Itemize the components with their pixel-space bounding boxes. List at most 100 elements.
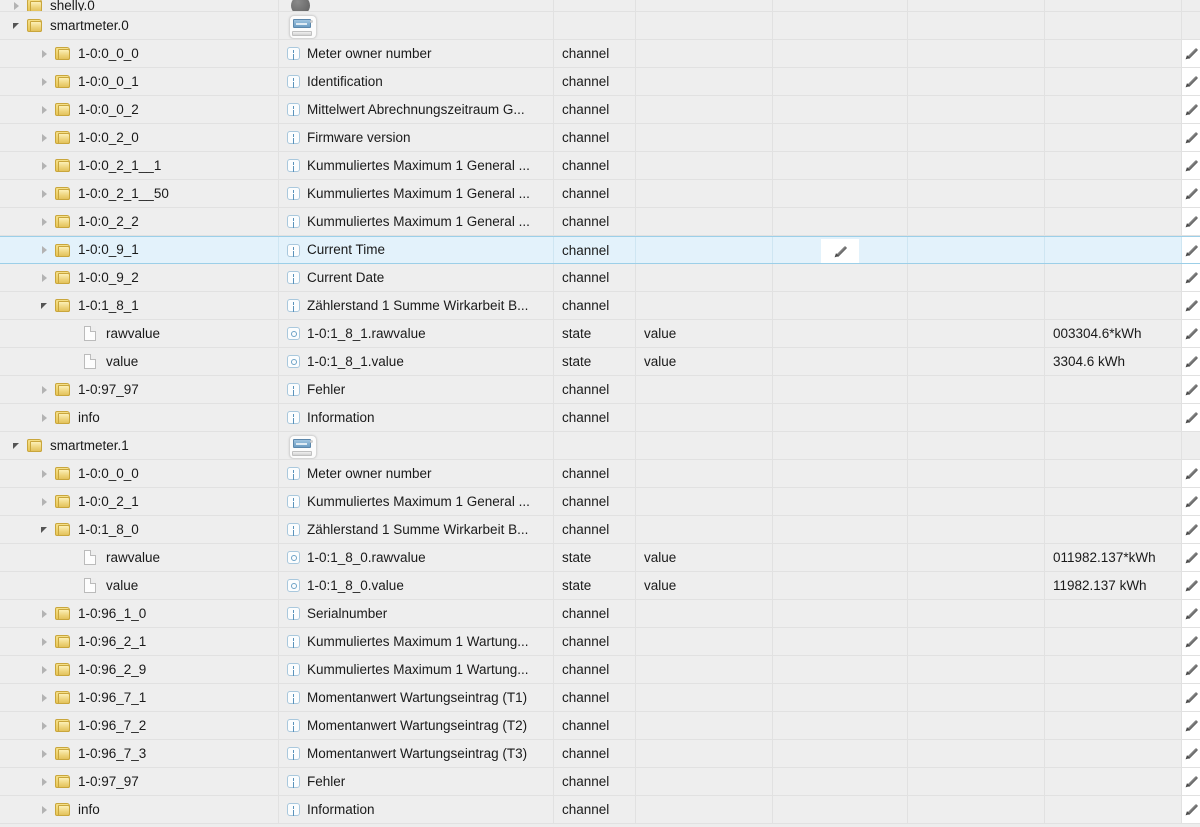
edit-cell[interactable] xyxy=(1182,40,1200,67)
object-room-cell[interactable] xyxy=(773,628,908,655)
tree-node[interactable]: 1-0:1_8_1 xyxy=(8,292,270,319)
triangle-right-icon[interactable] xyxy=(36,376,52,403)
object-id-cell[interactable]: 1-0:97_97 xyxy=(0,768,279,795)
object-room-cell[interactable] xyxy=(773,292,908,319)
edit-object-button[interactable] xyxy=(1182,376,1200,403)
triangle-right-icon[interactable] xyxy=(36,656,52,683)
edit-cell[interactable] xyxy=(1182,628,1200,655)
table-row[interactable]: 1-0:0_2_0 Firmware version channel xyxy=(0,124,1200,152)
object-id-cell[interactable]: info xyxy=(0,404,279,431)
object-id-cell[interactable]: 1-0:0_2_1 xyxy=(0,488,279,515)
object-name-cell[interactable]: Fehler xyxy=(279,768,554,795)
object-name-cell[interactable]: Momentanwert Wartungseintrag (T3) xyxy=(279,740,554,767)
object-room-cell[interactable] xyxy=(773,0,908,11)
edit-cell[interactable] xyxy=(1182,320,1200,347)
tree-node[interactable]: 1-0:0_0_2 xyxy=(8,96,270,123)
table-row[interactable]: info Information channel xyxy=(0,796,1200,824)
tree-node[interactable]: smartmeter.0 xyxy=(8,12,270,39)
triangle-right-icon[interactable] xyxy=(36,488,52,515)
object-room-cell[interactable] xyxy=(773,460,908,487)
edit-cell[interactable] xyxy=(1182,684,1200,711)
edit-object-button[interactable] xyxy=(1182,40,1200,67)
edit-cell[interactable] xyxy=(1182,768,1200,795)
edit-object-button[interactable] xyxy=(1182,152,1200,179)
object-id-cell[interactable]: 1-0:96_1_0 xyxy=(0,600,279,627)
edit-object-button[interactable] xyxy=(1182,404,1200,431)
object-room-cell[interactable] xyxy=(773,404,908,431)
table-row[interactable]: 1-0:0_2_1__1 Kummuliertes Maximum 1 Gener… xyxy=(0,152,1200,180)
triangle-right-icon[interactable] xyxy=(36,600,52,627)
edit-object-button[interactable] xyxy=(1182,796,1200,823)
object-id-cell[interactable]: value xyxy=(0,348,279,375)
triangle-right-icon[interactable] xyxy=(36,796,52,823)
tree-node[interactable]: 1-0:96_7_1 xyxy=(8,684,270,711)
object-name-cell[interactable]: Momentanwert Wartungseintrag (T1) xyxy=(279,684,554,711)
object-name-cell[interactable]: Momentanwert Wartungseintrag (T2) xyxy=(279,712,554,739)
triangle-right-icon[interactable] xyxy=(36,712,52,739)
table-row[interactable]: 1-0:0_9_1 Current Time channel xyxy=(0,236,1200,264)
triangle-right-icon[interactable] xyxy=(8,0,24,11)
object-name-cell[interactable]: Mittelwert Abrechnungszeitraum G... xyxy=(279,96,554,123)
triangle-right-icon[interactable] xyxy=(36,152,52,179)
object-id-cell[interactable]: 1-0:96_2_1 xyxy=(0,628,279,655)
triangle-right-icon[interactable] xyxy=(36,237,52,263)
table-row[interactable]: 1-0:96_7_2 Momentanwert Wartungseintrag (… xyxy=(0,712,1200,740)
edit-object-button[interactable] xyxy=(1182,68,1200,95)
object-room-cell[interactable] xyxy=(773,488,908,515)
table-row[interactable]: 1-0:96_7_3 Momentanwert Wartungseintrag (… xyxy=(0,740,1200,768)
triangle-down-icon[interactable] xyxy=(8,432,24,459)
tree-node[interactable]: 1-0:96_7_2 xyxy=(8,712,270,739)
edit-cell[interactable] xyxy=(1182,712,1200,739)
triangle-right-icon[interactable] xyxy=(36,460,52,487)
object-name-cell[interactable]: Kummuliertes Maximum 1 Wartung... xyxy=(279,628,554,655)
edit-cell[interactable] xyxy=(1182,348,1200,375)
object-id-cell[interactable]: rawvalue xyxy=(0,320,279,347)
tree-node[interactable]: rawvalue xyxy=(8,320,270,347)
object-room-cell[interactable] xyxy=(773,796,908,823)
table-row[interactable]: 1-0:96_7_1 Momentanwert Wartungseintrag (… xyxy=(0,684,1200,712)
edit-object-button[interactable] xyxy=(1182,712,1200,739)
tree-node[interactable]: 1-0:0_0_0 xyxy=(8,460,270,487)
object-id-cell[interactable]: smartmeter.0 xyxy=(0,12,279,39)
tree-node[interactable]: info xyxy=(8,404,270,431)
object-room-cell[interactable] xyxy=(773,432,908,459)
edit-cell[interactable] xyxy=(1182,292,1200,319)
edit-cell[interactable] xyxy=(1182,208,1200,235)
edit-object-button[interactable] xyxy=(1182,544,1200,571)
edit-cell[interactable] xyxy=(1182,152,1200,179)
edit-room-button[interactable] xyxy=(821,239,859,263)
object-id-cell[interactable]: smartmeter.1 xyxy=(0,432,279,459)
edit-cell[interactable] xyxy=(1182,544,1200,571)
tree-node[interactable]: 1-0:0_9_2 xyxy=(8,264,270,291)
table-row[interactable]: 1-0:0_0_2 Mittelwert Abrechnungszeitraum … xyxy=(0,96,1200,124)
object-room-cell[interactable] xyxy=(773,320,908,347)
object-name-cell[interactable]: Serialnumber xyxy=(279,600,554,627)
edit-cell[interactable] xyxy=(1182,237,1200,263)
edit-object-button[interactable] xyxy=(1182,237,1200,263)
object-id-cell[interactable]: 1-0:96_7_1 xyxy=(0,684,279,711)
tree-node[interactable]: info xyxy=(8,796,270,823)
object-name-cell[interactable]: 1-0:1_8_0.value xyxy=(279,572,554,599)
object-id-cell[interactable]: info xyxy=(0,796,279,823)
triangle-right-icon[interactable] xyxy=(36,404,52,431)
edit-cell[interactable] xyxy=(1182,600,1200,627)
tree-node[interactable]: 1-0:0_0_0 xyxy=(8,40,270,67)
edit-cell[interactable] xyxy=(1182,124,1200,151)
object-name-cell[interactable]: Meter owner number xyxy=(279,40,554,67)
edit-cell[interactable] xyxy=(1182,488,1200,515)
edit-cell[interactable] xyxy=(1182,404,1200,431)
object-id-cell[interactable]: 1-0:0_2_1__50 xyxy=(0,180,279,207)
table-row[interactable]: 1-0:0_0_1 Identification channel xyxy=(0,68,1200,96)
tree-node[interactable]: 1-0:0_2_1__50 xyxy=(8,180,270,207)
triangle-right-icon[interactable] xyxy=(36,264,52,291)
edit-object-button[interactable] xyxy=(1182,348,1200,375)
tree-node[interactable]: 1-0:97_97 xyxy=(8,376,270,403)
table-row[interactable]: 1-0:0_0_0 Meter owner number channel xyxy=(0,460,1200,488)
edit-object-button[interactable] xyxy=(1182,180,1200,207)
object-name-cell[interactable]: 1-0:1_8_0.rawvalue xyxy=(279,544,554,571)
object-name-cell[interactable]: Zählerstand 1 Summe Wirkarbeit B... xyxy=(279,292,554,319)
object-name-cell[interactable]: Zählerstand 1 Summe Wirkarbeit B... xyxy=(279,516,554,543)
edit-object-button[interactable] xyxy=(1182,572,1200,599)
tree-node[interactable]: value xyxy=(8,348,270,375)
table-row[interactable]: shelly.0 xyxy=(0,0,1200,12)
